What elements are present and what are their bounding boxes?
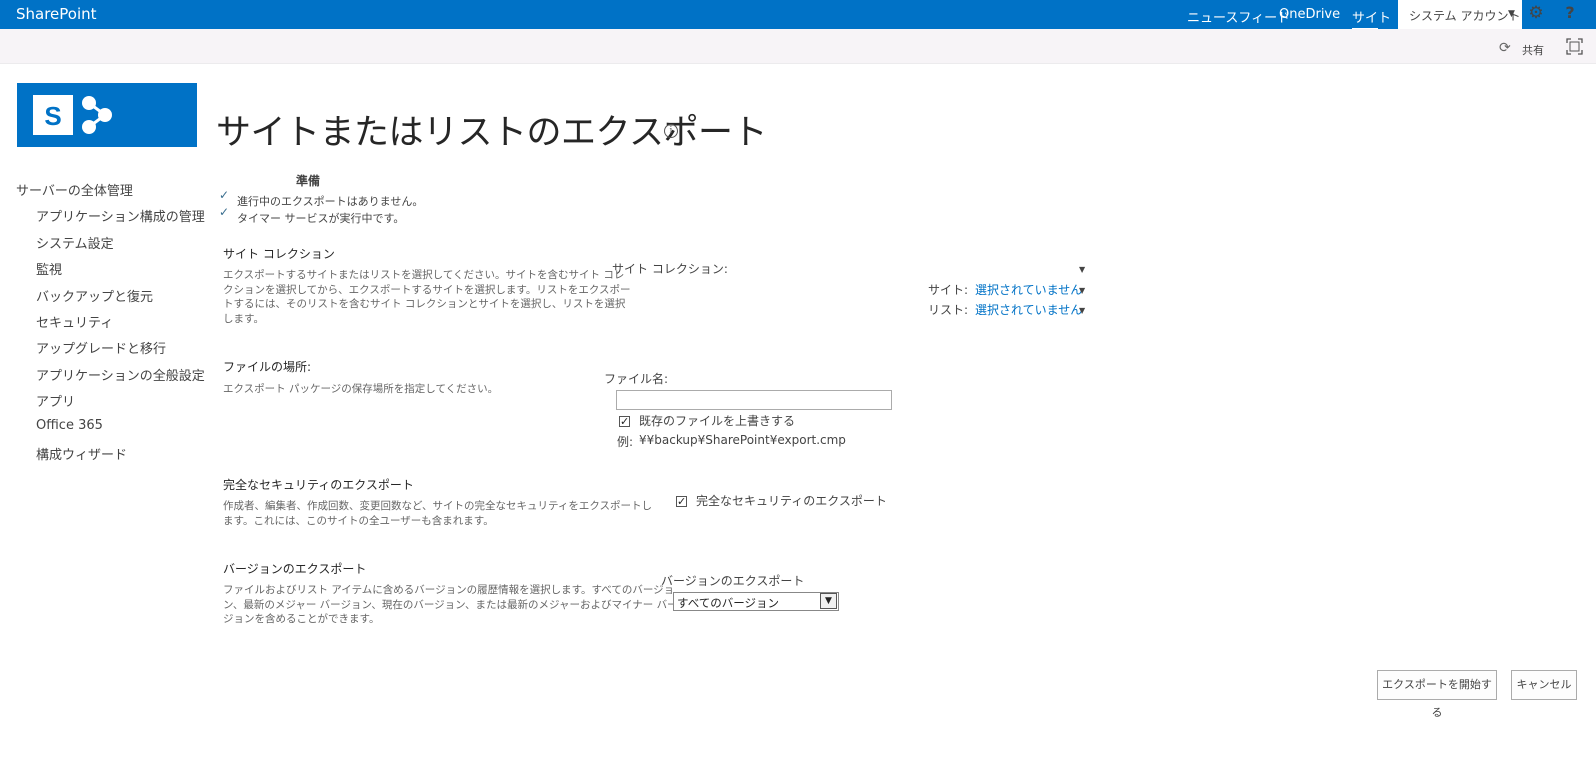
site-selector[interactable]: 選択されていません — [975, 281, 1082, 298]
desc-line: ファイルおよびリスト アイテムに含めるバージョンの履歴情報を選択します。すべての… — [223, 584, 675, 596]
nav-item-security[interactable]: セキュリティ — [36, 312, 113, 331]
nav-item-general-settings[interactable]: アプリケーションの全般設定 — [36, 365, 205, 384]
section-heading-file-location: ファイルの場所: — [223, 360, 312, 374]
overwrite-checkbox[interactable]: ✓ — [619, 416, 630, 427]
caret-down-icon[interactable]: ▼ — [1508, 9, 1515, 19]
gear-icon[interactable]: ⚙ — [1526, 3, 1546, 25]
info-icon[interactable]: i — [664, 124, 678, 138]
nav-item-system-settings[interactable]: システム設定 — [36, 233, 114, 252]
nav-sites[interactable]: サイト — [1352, 7, 1391, 26]
nav-item-config-wizard[interactable]: 構成ウィザード — [36, 444, 127, 463]
example-label: 例: — [617, 435, 634, 449]
section-heading-site-collection: サイト コレクション — [223, 247, 335, 261]
site-label: サイト: — [928, 283, 969, 297]
nav-item-app-management[interactable]: アプリケーション構成の管理 — [36, 206, 205, 225]
desc-line: ン、最新のメジャー バージョン、現在のバージョン、または最新のメジャーおよびマイ… — [223, 598, 678, 611]
section-heading-versions: バージョンのエクスポート — [223, 562, 367, 576]
cancel-button[interactable]: キャンセル — [1511, 670, 1577, 700]
start-export-button[interactable]: エクスポートを開始する — [1377, 670, 1497, 719]
brand-link[interactable]: SharePoint — [16, 5, 97, 23]
example-path: ¥¥backup¥SharePoint¥export.cmp — [639, 433, 846, 447]
list-label: リスト: — [928, 303, 969, 317]
check-icon: ✓ — [219, 205, 230, 219]
section-desc-security: 作成者、編集者、作成回数、変更回数など、サイトの完全なセキュリティをエクスポート… — [223, 499, 652, 528]
nav-newsfeed[interactable]: ニュースフィード — [1187, 7, 1290, 26]
section-heading-security: 完全なセキュリティのエクスポート — [223, 478, 414, 492]
overwrite-label: 既存のファイルを上書きする — [639, 414, 796, 428]
section-desc-site-collection: エクスポートするサイトまたはリストを選択してください。サイトを含むサイト コレ … — [223, 268, 631, 326]
site-collection-label: サイト コレクション: — [612, 262, 728, 276]
list-selector[interactable]: 選択されていません — [975, 301, 1082, 318]
desc-line: します。 — [223, 312, 264, 325]
sync-share-icon[interactable]: ⟳ — [1499, 40, 1511, 56]
account-name[interactable]: システム アカウント — [1409, 7, 1520, 24]
desc-line: クションを選択してから、エクスポートするサイトを選択します。リストをエクスポー — [223, 283, 631, 296]
site-collection-dropdown-icon[interactable]: ▼ — [1079, 265, 1085, 274]
help-icon[interactable]: ? — [1562, 3, 1578, 25]
ribbon — [0, 29, 1596, 64]
check-icon: ✓ — [219, 188, 230, 202]
section-desc-versions: ファイルおよびリスト アイテムに含めるバージョンの履歴情報を選択します。すべての… — [223, 583, 678, 627]
page-title: サイトまたはリストのエクスポート — [216, 113, 767, 153]
desc-line: ジョンを含めることができます。 — [223, 613, 380, 625]
desc-line: トするには、そのリストを含むサイト コレクションとサイトを選択し、リストを選択 — [223, 298, 626, 310]
list-dropdown-icon[interactable]: ▼ — [1079, 306, 1085, 315]
section-desc-file-location: エクスポート パッケージの保存場所を指定してください。 — [223, 383, 499, 395]
chevron-down-icon[interactable]: ▼ — [820, 593, 837, 609]
site-dropdown-icon[interactable]: ▼ — [1079, 286, 1085, 295]
nav-item-backup-restore[interactable]: バックアップと復元 — [36, 286, 153, 305]
sharepoint-logo-icon: S — [33, 95, 112, 135]
nav-item-apps[interactable]: アプリ — [36, 391, 75, 410]
status-item: 進行中のエクスポートはありません。 — [237, 195, 424, 208]
svg-text:S: S — [44, 101, 61, 131]
nav-item-upgrade-migration[interactable]: アップグレードと移行 — [36, 338, 166, 357]
desc-line: 作成者、編集者、作成回数、変更回数など、サイトの完全なセキュリティをエクスポート… — [223, 500, 653, 512]
nav-central-admin[interactable]: サーバーの全体管理 — [16, 180, 133, 199]
share-button[interactable]: 共有 — [1522, 42, 1544, 58]
focus-on-content-icon[interactable] — [1566, 38, 1583, 55]
desc-line: ます。これには、このサイトの全ユーザーも含まれます。 — [223, 514, 494, 527]
status-item: タイマー サービスが実行中です。 — [237, 212, 405, 225]
nav-onedrive[interactable]: OneDrive — [1279, 7, 1340, 22]
nav-item-office365[interactable]: Office 365 — [36, 418, 103, 433]
full-security-label: 完全なセキュリティのエクスポート — [696, 494, 887, 508]
filename-input[interactable] — [616, 390, 892, 410]
site-logo[interactable]: S — [17, 83, 197, 147]
versions-select-label: バージョンのエクスポート — [661, 574, 805, 588]
desc-line: エクスポートするサイトまたはリストを選択してください。サイトを含むサイト コレ — [223, 269, 625, 281]
full-security-checkbox[interactable]: ✓ — [676, 496, 687, 507]
status-title: 準備 — [296, 174, 321, 188]
filename-label: ファイル名: — [604, 372, 669, 386]
versions-selected-value[interactable]: すべてのバージョン — [677, 595, 779, 611]
nav-item-monitoring[interactable]: 監視 — [36, 259, 62, 278]
